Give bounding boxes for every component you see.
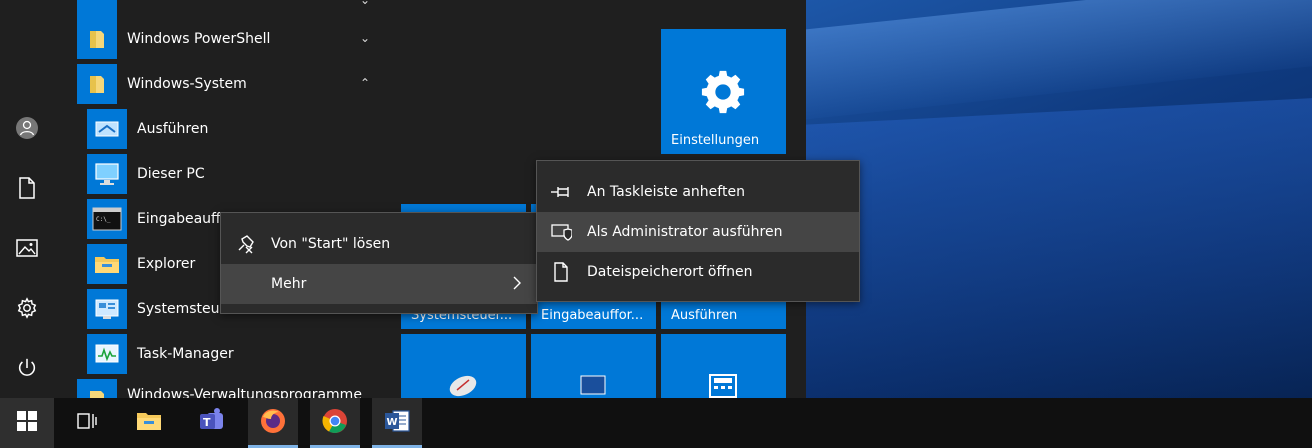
svg-text:C:\_: C:\_ (96, 216, 111, 223)
folder-icon (77, 19, 117, 59)
app-label: Ausführen (137, 121, 209, 137)
menu-item-open-file-location[interactable]: Dateispeicherort öffnen (537, 252, 859, 292)
settings-gear-icon (700, 69, 746, 119)
app-label: Windows-System (127, 76, 247, 92)
task-view-icon (76, 411, 98, 435)
chevron-down-icon[interactable]: ⌄ (360, 31, 370, 45)
list-item-windows-verwaltungsprogramme[interactable]: Windows-Verwaltungsprogramme (54, 377, 390, 398)
app-list: ⌄ Windows PowerShell ⌄ Windows-System ⌃ … (54, 0, 390, 398)
list-item-task-manager[interactable]: Task-Manager (54, 332, 390, 377)
list-item-ausfuehren[interactable]: Ausführen (54, 107, 390, 152)
windows-logo-icon (17, 411, 37, 435)
user-account-icon[interactable] (12, 113, 42, 143)
taskbar-firefox[interactable] (248, 398, 298, 448)
list-item-dieser-pc[interactable]: Dieser PC (54, 152, 390, 197)
task-view-button[interactable] (62, 398, 112, 448)
app-label: Windows PowerShell (127, 31, 271, 47)
list-item-windows-system[interactable]: Windows-System ⌃ (54, 62, 390, 107)
settings-gear-icon[interactable] (12, 293, 42, 323)
taskbar: T W (0, 398, 1312, 448)
word-icon: W (383, 407, 411, 439)
menu-item-label: Als Administrator ausführen (587, 224, 783, 240)
chrome-icon (321, 407, 349, 439)
menu-item-pin-to-taskbar[interactable]: An Taskleiste anheften (537, 172, 859, 212)
list-item-windows-powershell[interactable]: Windows PowerShell ⌄ (54, 17, 390, 62)
app-label: Dieser PC (137, 166, 205, 182)
taskbar-teams[interactable]: T (186, 398, 236, 448)
app-label: Windows-Verwaltungsprogramme (127, 387, 362, 398)
command-prompt-icon: C:\_ (87, 199, 127, 239)
teams-icon: T (197, 407, 225, 439)
context-menu: Von "Start" lösen Mehr (220, 212, 538, 314)
menu-item-label: Von "Start" lösen (271, 236, 391, 252)
file-explorer-icon (135, 409, 163, 437)
menu-item-label: Mehr (271, 276, 307, 292)
folder-icon (77, 379, 117, 398)
calculator-icon (708, 374, 738, 398)
satellite-dish-icon (445, 372, 481, 398)
computer-icon (577, 374, 609, 398)
folder-icon (77, 64, 117, 104)
start-rail (0, 0, 54, 398)
tile-label: Einstellungen (671, 133, 760, 148)
tile-label: Eingabeauffor... (541, 308, 644, 323)
chevron-right-icon (512, 275, 522, 295)
pictures-icon[interactable] (12, 233, 42, 263)
tile-partial[interactable] (661, 334, 786, 398)
tile-label: Ausführen (671, 308, 738, 323)
tile-partial[interactable] (401, 334, 526, 398)
power-icon[interactable] (12, 353, 42, 383)
taskbar-file-explorer[interactable] (124, 398, 174, 448)
pin-icon (549, 180, 573, 204)
documents-icon[interactable] (12, 173, 42, 203)
menu-item-label: Dateispeicherort öffnen (587, 264, 753, 280)
file-explorer-icon (87, 244, 127, 284)
computer-icon (87, 154, 127, 194)
chevron-up-icon[interactable]: ⌃ (360, 76, 370, 90)
shield-icon (549, 220, 573, 244)
menu-item-label: An Taskleiste anheften (587, 184, 745, 200)
svg-text:W: W (387, 417, 398, 428)
taskbar-word[interactable]: W (372, 398, 422, 448)
file-icon (549, 260, 573, 284)
tile-partial[interactable] (531, 334, 656, 398)
task-manager-icon (87, 334, 127, 374)
run-dialog-icon (87, 109, 127, 149)
menu-item-unpin-from-start[interactable]: Von "Start" lösen (221, 224, 537, 264)
app-label: Eingabeauffo (137, 211, 230, 227)
menu-item-run-as-administrator[interactable]: Als Administrator ausführen (537, 212, 859, 252)
tile-einstellungen[interactable]: Einstellungen (661, 29, 786, 154)
start-button[interactable] (0, 398, 54, 448)
desktop-wallpaper (806, 0, 1312, 398)
svg-text:T: T (203, 416, 211, 429)
menu-item-mehr[interactable]: Mehr (221, 264, 537, 304)
wallpaper-light-ray (806, 93, 1312, 398)
taskbar-chrome[interactable] (310, 398, 360, 448)
unpin-icon (233, 232, 257, 256)
app-label: Explorer (137, 256, 196, 272)
submenu: An Taskleiste anheften Als Administrator… (536, 160, 860, 302)
control-panel-icon (87, 289, 127, 329)
firefox-icon (259, 407, 287, 439)
app-label: Task-Manager (137, 346, 234, 362)
